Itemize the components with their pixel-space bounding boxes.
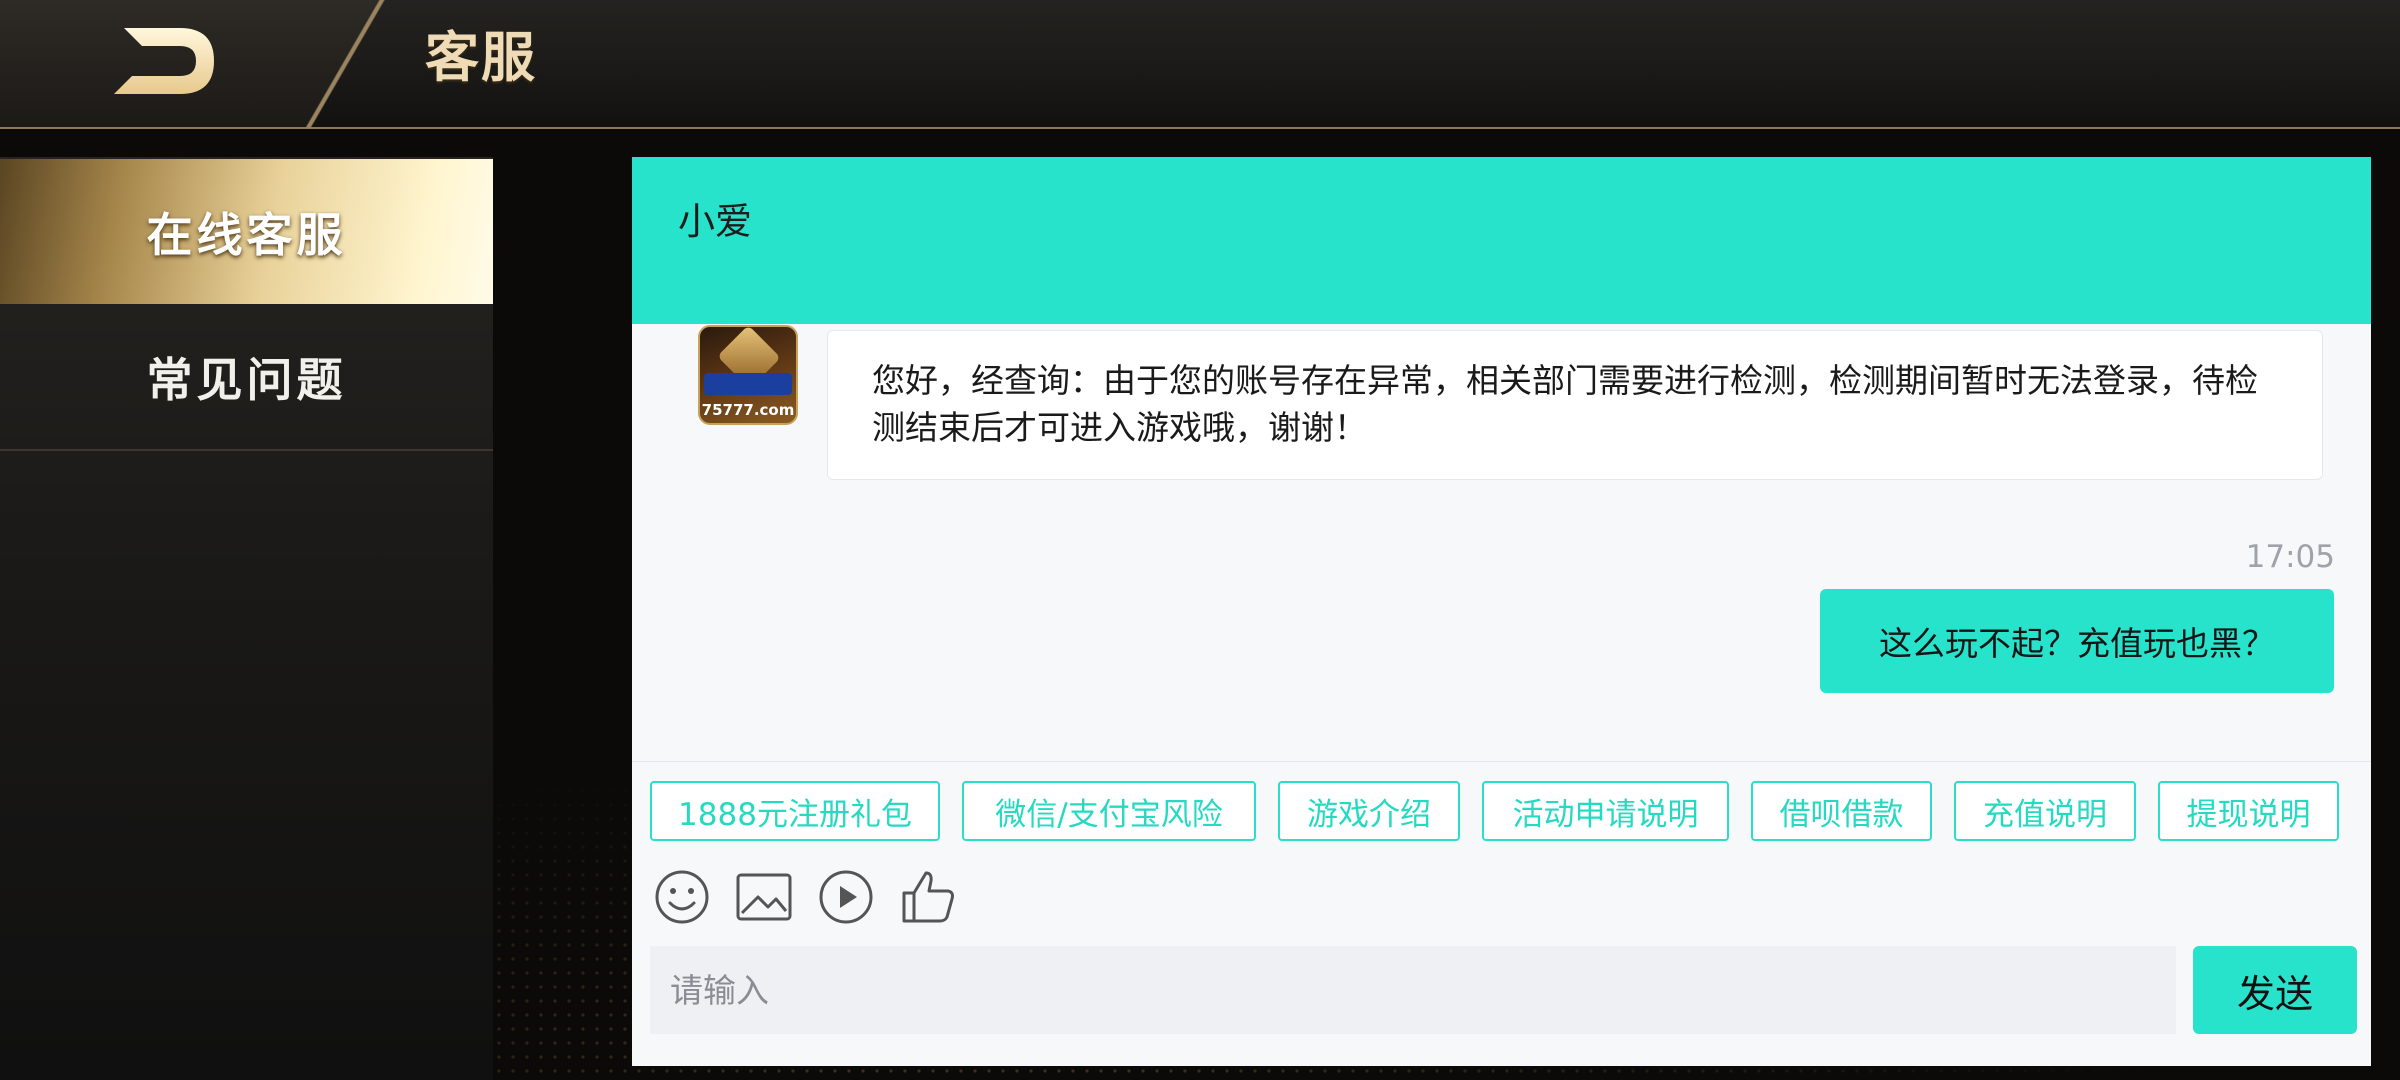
user-message: 这么玩不起？充值玩也黑？ bbox=[1820, 589, 2334, 693]
avatar-text: 75777.com bbox=[701, 401, 795, 419]
top-bar: 客服 bbox=[0, 0, 2400, 129]
quick-reply-recharge[interactable]: 充值说明 bbox=[1954, 781, 2136, 841]
agent-name: 小爱 bbox=[678, 200, 752, 243]
app-logo-icon: 75777.com bbox=[698, 325, 798, 425]
sidebar-item-label: 常见问题 bbox=[146, 352, 347, 407]
video-icon[interactable] bbox=[816, 867, 876, 927]
chat-header: 小爱 bbox=[632, 157, 2371, 324]
agent-message: 您好，经查询：由于您的账号存在异常，相关部门需要进行检测，检测期间暂时无法登录，… bbox=[827, 330, 2323, 480]
back-tab-edge bbox=[300, 0, 390, 128]
back-arrow-icon[interactable] bbox=[110, 24, 220, 98]
sidebar: 在线客服 常见问题 bbox=[0, 157, 493, 1080]
sidebar-item-faq[interactable]: 常见问题 bbox=[0, 304, 493, 451]
quick-reply-jiebei[interactable]: 借呗借款 bbox=[1751, 781, 1932, 841]
divider bbox=[632, 761, 2371, 762]
sidebar-item-label: 在线客服 bbox=[146, 207, 347, 262]
message-input[interactable] bbox=[650, 946, 2176, 1034]
emoji-icon[interactable] bbox=[652, 867, 712, 927]
page-title: 客服 bbox=[425, 26, 537, 89]
image-icon[interactable] bbox=[734, 867, 794, 927]
quick-reply-payment-risk[interactable]: 微信/支付宝风险 bbox=[962, 781, 1256, 841]
sidebar-item-online-service[interactable]: 在线客服 bbox=[0, 159, 493, 304]
avatar-band bbox=[704, 373, 792, 395]
send-button[interactable]: 发送 bbox=[2193, 946, 2357, 1034]
thumbs-up-icon[interactable] bbox=[898, 867, 958, 927]
quick-reply-register-gift[interactable]: 1888元注册礼包 bbox=[650, 781, 940, 841]
quick-reply-withdraw[interactable]: 提现说明 bbox=[2158, 781, 2339, 841]
message-timestamp: 17:05 bbox=[2245, 539, 2335, 575]
quick-reply-activity[interactable]: 活动申请说明 bbox=[1482, 781, 1729, 841]
chat-panel: 小爱 75777.com 您好，经查询：由于您的账号存在异常，相关部门需要进行检… bbox=[632, 157, 2371, 1066]
quick-reply-game-intro[interactable]: 游戏介绍 bbox=[1278, 781, 1460, 841]
